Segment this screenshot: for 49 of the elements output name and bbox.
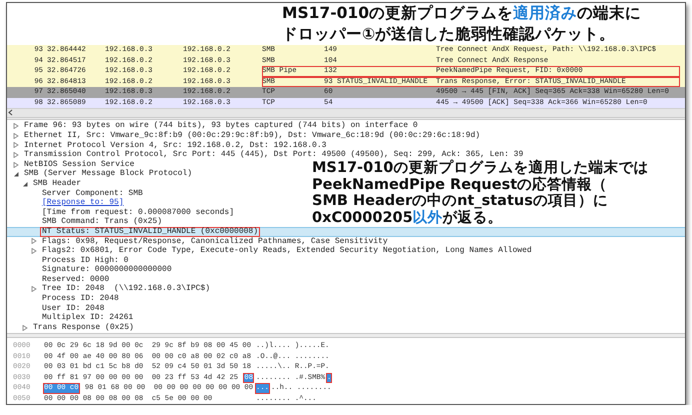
annotation-text: SMB Headerの中のnt_statusの項目）に: [312, 193, 609, 210]
detail-text: SMB Command: Trans (0x25): [41, 217, 164, 227]
detail-row[interactable]: Server Component: SMB: [7, 188, 145, 198]
detail-text: [Time from request: 0.000087000 seconds]: [41, 208, 236, 217]
detail-row[interactable]: Trans Response (0x25): [7, 322, 136, 332]
detail-row[interactable]: Signature: 0000000000000000: [7, 265, 174, 275]
detail-row[interactable]: Tree ID: 2048 (\\192.168.0.3\IPC$): [7, 284, 212, 294]
detail-row[interactable]: NetBIOS Session Service: [7, 160, 136, 170]
caret-right-icon[interactable]: [13, 123, 19, 130]
detail-text: SMB Header: [32, 178, 82, 189]
detail-text: Tree ID: 2048 (\\192.168.0.3\IPC$): [41, 284, 212, 294]
detail-text: Process ID: 2048: [41, 294, 120, 304]
annotation-text: ドロッパー①が送信した脆弱性確認パケット。: [282, 24, 616, 45]
caret-right-icon[interactable]: [13, 162, 19, 168]
scroll-left-icon[interactable]: [7, 109, 15, 116]
detail-text: User ID: 2048: [41, 304, 106, 313]
detail-row[interactable]: SMB Header: [7, 178, 84, 189]
detail-row[interactable]: [Time from request: 0.000087000 seconds]: [7, 208, 236, 218]
detail-text: Process ID High: 0: [41, 256, 130, 265]
detail-row[interactable]: Process ID High: 0: [7, 256, 130, 266]
detail-row[interactable]: [Response to: 95]: [7, 198, 126, 208]
detail-text: Reserved: 0000: [41, 274, 110, 284]
caret-right-icon[interactable]: [31, 248, 37, 254]
caret-right-icon[interactable]: [22, 324, 28, 331]
caret-right-icon[interactable]: [13, 132, 19, 139]
detail-row[interactable]: NT Status: STATUS_INVALID_HANDLE (0xc0000008): [7, 226, 685, 236]
detail-text: Multiplex ID: 24261: [41, 313, 134, 323]
detail-text: Trans Response (0x25): [32, 322, 135, 332]
detail-row[interactable]: Multiplex ID: 24261: [7, 313, 136, 323]
detail-text: Signature: 0000000000000000: [41, 265, 173, 275]
caret-right-icon[interactable]: [31, 286, 37, 292]
annotation-text: MS17-010の更新プログラムを適用した端末では: [312, 160, 648, 176]
caret-down-icon[interactable]: [13, 171, 19, 178]
annotation-text: 0xC0000205以外が返る。: [312, 210, 504, 226]
detail-row[interactable]: Process ID: 2048: [7, 294, 121, 304]
caret-right-icon[interactable]: [13, 152, 19, 158]
caret-down-icon[interactable]: [22, 180, 28, 187]
detail-row[interactable]: SMB Command: Trans (0x25): [7, 217, 164, 227]
caret-right-icon[interactable]: [31, 238, 37, 244]
caret-right-icon[interactable]: [13, 142, 19, 148]
annotation-text: PeekNamedPipe Requestの応答情報（: [312, 176, 608, 193]
annotation-text: MS17-010の更新プログラムを適用済みの端末に: [282, 3, 641, 24]
detail-row[interactable]: User ID: 2048: [7, 304, 106, 314]
horizontal-scrollbar[interactable]: [7, 108, 685, 116]
detail-text: NT Status: STATUS_INVALID_HANDLE (0xc0000008): [40, 226, 260, 236]
response-link[interactable]: [Response to: 95]: [40, 198, 126, 208]
detail-text: NetBIOS Session Service: [23, 160, 136, 169]
detail-text: Server Component: SMB: [41, 188, 144, 198]
detail-row[interactable]: Reserved: 0000: [7, 274, 112, 284]
